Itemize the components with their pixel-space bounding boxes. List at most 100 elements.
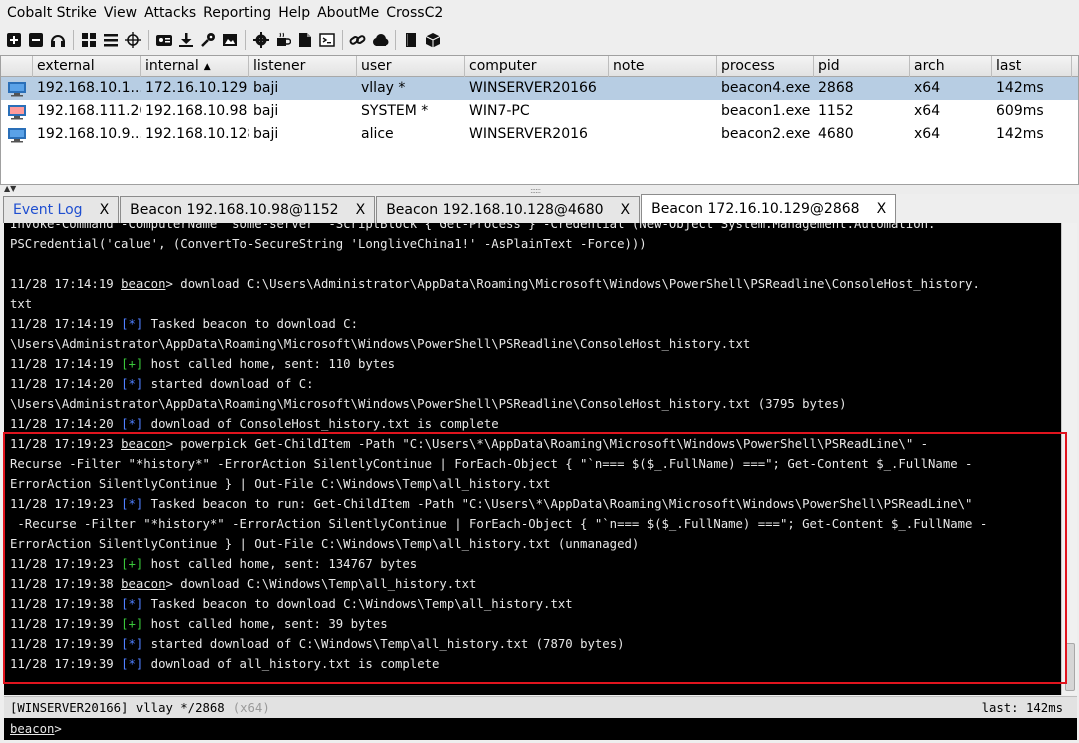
plus-icon[interactable] <box>3 29 25 51</box>
table-row[interactable]: 192.168.111.20 192.168.10.98 baji SYSTEM * W… <box>1 100 1078 123</box>
menu-item-reporting[interactable]: Reporting <box>200 5 275 21</box>
cell-pid: 2868 <box>818 80 854 96</box>
tab-label: Event Log <box>13 202 83 218</box>
menu-item-cobalt-strike[interactable]: Cobalt Strike <box>4 5 101 21</box>
console-text: 11/28 17:14:20 <box>10 377 122 391</box>
column-header-label: user <box>361 58 392 74</box>
console-text: Invoke-Command -ComputerName 'some-serve… <box>10 223 936 231</box>
table-row[interactable]: 192.168.10.1... 172.16.10.129 baji vllay * W… <box>1 77 1078 100</box>
cell-process: beacon1.exe <box>721 103 811 119</box>
notebook-icon[interactable] <box>400 29 422 51</box>
cell-computer: WIN7-PC <box>469 103 530 119</box>
tab-beacon-192-168-10-128-4680[interactable]: Beacon 192.168.10.128@4680 X <box>376 196 641 223</box>
success-marker: [+] <box>121 557 144 571</box>
beacon-console: Invoke-Command -ComputerName 'some-serve… <box>4 223 1061 695</box>
close-icon[interactable]: X <box>97 202 113 218</box>
headphones-icon[interactable] <box>47 29 69 51</box>
menu-item-crossc2[interactable]: CrossC2 <box>383 5 447 21</box>
cube-icon[interactable] <box>422 29 444 51</box>
target-icon[interactable] <box>122 29 144 51</box>
session-list-icon[interactable] <box>100 29 122 51</box>
cell-external: 192.168.10.1... <box>37 80 141 96</box>
tab-beacon-192-168-10-98-1152[interactable]: Beacon 192.168.10.98@1152 X <box>120 196 376 223</box>
console-text: Recurse -Filter "*history*" -ErrorAction… <box>10 457 973 471</box>
column-header-computer[interactable]: computer <box>465 56 609 77</box>
menu-item-help[interactable]: Help <box>275 5 314 21</box>
cloud-icon[interactable] <box>369 29 391 51</box>
column-header-last[interactable]: last <box>992 56 1072 77</box>
column-header-note[interactable]: note <box>609 56 717 77</box>
console-line: 11/28 17:19:23 [*] Tasked beacon to run:… <box>10 494 987 514</box>
cell-process: beacon4.exe <box>721 80 811 96</box>
close-icon[interactable]: X <box>874 201 890 217</box>
console-text: ErrorAction SilentlyContinue } | Out-Fil… <box>10 477 551 491</box>
console-output: Invoke-Command -ComputerName 'some-serve… <box>10 223 987 674</box>
tab-beacon-172-16-10-129-2868[interactable]: Beacon 172.16.10.129@2868 X <box>641 194 897 223</box>
credentials-icon[interactable] <box>153 29 175 51</box>
info-marker: [*] <box>121 597 144 611</box>
scrollbar-thumb[interactable] <box>1065 643 1075 691</box>
table-header: external internal ▲ listener user computer not… <box>1 56 1078 77</box>
coffee-icon[interactable] <box>272 29 294 51</box>
status-last: last: 142ms <box>981 700 1063 715</box>
console-text: \Users\Administrator\AppData\Roaming\Mic… <box>10 337 751 351</box>
console-text: started download of C:\Windows\Temp\all_… <box>143 637 625 651</box>
beacon-prompt: beacon <box>121 277 166 291</box>
status-arch: (x64) <box>232 700 270 715</box>
download-icon[interactable] <box>175 29 197 51</box>
console-text: 11/28 17:14:19 <box>10 317 122 331</box>
console-text: > download C:\Users\Administrator\AppDat… <box>165 277 980 291</box>
menu-item-view[interactable]: View <box>101 5 141 21</box>
console-text: 11/28 17:19:23 <box>10 497 122 511</box>
console-icon[interactable] <box>316 29 338 51</box>
console-text: Tasked beacon to download C:\Windows\Tem… <box>143 597 573 611</box>
console-scrollbar[interactable] <box>1061 223 1077 695</box>
beacon-prompt: beacon <box>121 577 166 591</box>
screenshot-icon[interactable] <box>219 29 241 51</box>
tab-event-log[interactable]: Event Log X <box>3 196 120 223</box>
minus-icon[interactable] <box>25 29 47 51</box>
toolbar-separator <box>342 29 343 50</box>
close-icon[interactable]: X <box>618 202 634 218</box>
column-header-pid[interactable]: pid <box>814 56 910 77</box>
collapse-arrows-icon[interactable]: ▲▼ <box>4 184 16 193</box>
close-icon[interactable]: X <box>353 202 369 218</box>
info-marker: [*] <box>121 637 144 651</box>
cell-last: 609ms <box>996 103 1044 119</box>
table-row[interactable]: 192.168.10.9... 192.168.10.128 baji alice WI… <box>1 123 1078 146</box>
pivot-graph-icon[interactable] <box>78 29 100 51</box>
console-line: -Recurse -Filter "*history*" -ErrorActio… <box>10 514 987 534</box>
command-input[interactable] <box>63 722 1077 736</box>
menu-item-aboutme[interactable]: AboutMe <box>314 5 383 21</box>
column-header-label: internal <box>145 58 199 74</box>
column-header-internal[interactable]: internal ▲ <box>141 56 249 77</box>
console-line: txt <box>10 294 987 314</box>
console-text: PSCredential('calue', (ConvertTo-SecureS… <box>10 237 647 251</box>
cell-internal: 172.16.10.129 <box>145 80 248 96</box>
cell-listener: baji <box>253 80 279 96</box>
column-header-icon[interactable] <box>1 56 33 77</box>
console-line: 11/28 17:14:19 [*] Tasked beacon to down… <box>10 314 987 334</box>
gear-icon[interactable] <box>250 29 272 51</box>
column-header-listener[interactable]: listener <box>249 56 357 77</box>
column-header-process[interactable]: process <box>717 56 814 77</box>
console-text: download of ConsoleHost_history.txt is c… <box>143 417 499 431</box>
console-text: host called home, sent: 110 bytes <box>143 357 395 371</box>
column-header-label: listener <box>253 58 306 74</box>
cell-process: beacon2.exe <box>721 126 811 142</box>
menu-item-attacks[interactable]: Attacks <box>141 5 200 21</box>
document-icon[interactable] <box>294 29 316 51</box>
cell-external: 192.168.10.9... <box>37 126 141 142</box>
link-icon[interactable] <box>347 29 369 51</box>
key-icon[interactable] <box>197 29 219 51</box>
info-marker: [*] <box>121 317 144 331</box>
status-bar: [WINSERVER20166] vllay */2868 (x64) last… <box>4 696 1077 718</box>
cell-note <box>609 77 717 100</box>
console-text: host called home, sent: 39 bytes <box>143 617 388 631</box>
column-header-user[interactable]: user <box>357 56 465 77</box>
pane-splitter[interactable]: ▲▼ :::::: <box>0 184 1079 195</box>
column-header-arch[interactable]: arch <box>910 56 992 77</box>
console-text: > powerpick Get-ChildItem -Path "C:\User… <box>165 437 929 451</box>
column-header-external[interactable]: external <box>33 56 141 77</box>
tab-label: Beacon 192.168.10.128@4680 <box>386 202 604 218</box>
